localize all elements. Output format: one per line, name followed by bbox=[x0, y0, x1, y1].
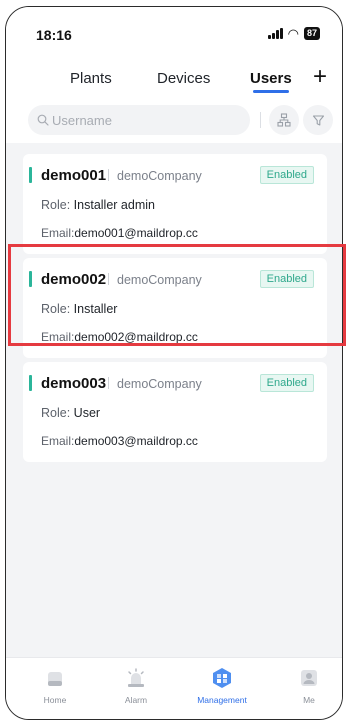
status-time: 18:16 bbox=[36, 27, 72, 43]
status-bar: 18:16 ◠ 87 bbox=[6, 7, 342, 55]
company-name: demoCompany bbox=[117, 377, 202, 391]
wifi-icon: ◠ bbox=[287, 25, 299, 41]
top-tabs: Plants Devices Users + bbox=[6, 55, 342, 97]
user-card[interactable]: demo002 demoCompany Enabled Role: Instal… bbox=[23, 258, 327, 358]
phone-screen: 18:16 ◠ 87 Plants Devices Users + Userna… bbox=[5, 6, 343, 720]
add-user-button[interactable]: + bbox=[313, 65, 327, 89]
separator bbox=[108, 377, 109, 389]
separator bbox=[108, 273, 109, 285]
email-value: demo002@maildrop.cc bbox=[74, 330, 198, 344]
filter-button[interactable] bbox=[303, 105, 333, 135]
role-label: Role: bbox=[41, 198, 71, 212]
company-name: demoCompany bbox=[117, 169, 202, 183]
active-tab-indicator bbox=[253, 90, 289, 93]
nav-alarm[interactable]: Alarm bbox=[101, 666, 171, 705]
nav-me-label: Me bbox=[303, 695, 315, 705]
status-badge: Enabled bbox=[259, 374, 314, 392]
status-icons: ◠ 87 bbox=[268, 27, 320, 40]
search-divider bbox=[260, 112, 261, 128]
cellular-signal-icon bbox=[268, 28, 283, 39]
nav-me[interactable]: Me bbox=[274, 666, 342, 705]
tab-devices[interactable]: Devices bbox=[157, 70, 210, 87]
user-card[interactable]: demo001 demoCompany Enabled Role: Instal… bbox=[23, 154, 327, 254]
status-badge: Enabled bbox=[259, 270, 314, 288]
user-card[interactable]: demo003 demoCompany Enabled Role: User E… bbox=[23, 362, 327, 462]
organization-filter-button[interactable] bbox=[269, 105, 299, 135]
bottom-navigation: Home Alarm Management Me bbox=[6, 657, 342, 719]
battery-icon: 87 bbox=[303, 27, 320, 40]
username: demo003 bbox=[41, 375, 107, 392]
nav-management-label: Management bbox=[197, 695, 247, 705]
card-accent bbox=[29, 167, 32, 183]
role-label: Role: bbox=[41, 302, 71, 316]
nav-home[interactable]: Home bbox=[20, 666, 90, 705]
role-value: Installer admin bbox=[73, 198, 155, 212]
role-row: Role: Installer admin bbox=[41, 198, 155, 212]
role-value: Installer bbox=[73, 302, 118, 316]
search-bar bbox=[6, 97, 342, 143]
email-value: demo001@maildrop.cc bbox=[74, 226, 198, 240]
me-icon bbox=[301, 670, 317, 686]
username: demo002 bbox=[41, 271, 107, 288]
email-label: Email: bbox=[41, 330, 75, 344]
management-icon bbox=[213, 668, 231, 688]
nav-management[interactable]: Management bbox=[187, 666, 257, 705]
card-accent bbox=[29, 271, 32, 287]
tab-plants[interactable]: Plants bbox=[70, 70, 112, 87]
role-row: Role: Installer bbox=[41, 302, 117, 316]
card-accent bbox=[29, 375, 32, 391]
tab-users[interactable]: Users bbox=[250, 70, 292, 87]
email-row: Email:demo002@maildrop.cc bbox=[41, 330, 198, 344]
email-value: demo003@maildrop.cc bbox=[74, 434, 198, 448]
org-tree-icon bbox=[277, 113, 291, 127]
search-input[interactable] bbox=[52, 112, 232, 128]
email-label: Email: bbox=[41, 434, 75, 448]
email-row: Email:demo001@maildrop.cc bbox=[41, 226, 198, 240]
role-value: User bbox=[73, 406, 101, 420]
username: demo001 bbox=[41, 167, 107, 184]
search-icon bbox=[37, 114, 49, 126]
nav-alarm-label: Alarm bbox=[124, 695, 148, 705]
status-badge: Enabled bbox=[259, 166, 314, 184]
filter-icon bbox=[312, 114, 324, 126]
company-name: demoCompany bbox=[117, 273, 202, 287]
email-row: Email:demo003@maildrop.cc bbox=[41, 434, 198, 448]
email-label: Email: bbox=[41, 226, 75, 240]
role-row: Role: User bbox=[41, 406, 100, 420]
nav-home-label: Home bbox=[43, 695, 67, 705]
separator bbox=[108, 169, 109, 181]
search-box[interactable] bbox=[28, 105, 250, 135]
role-label: Role: bbox=[41, 406, 71, 420]
home-icon bbox=[48, 672, 62, 686]
alarm-icon bbox=[128, 668, 144, 687]
